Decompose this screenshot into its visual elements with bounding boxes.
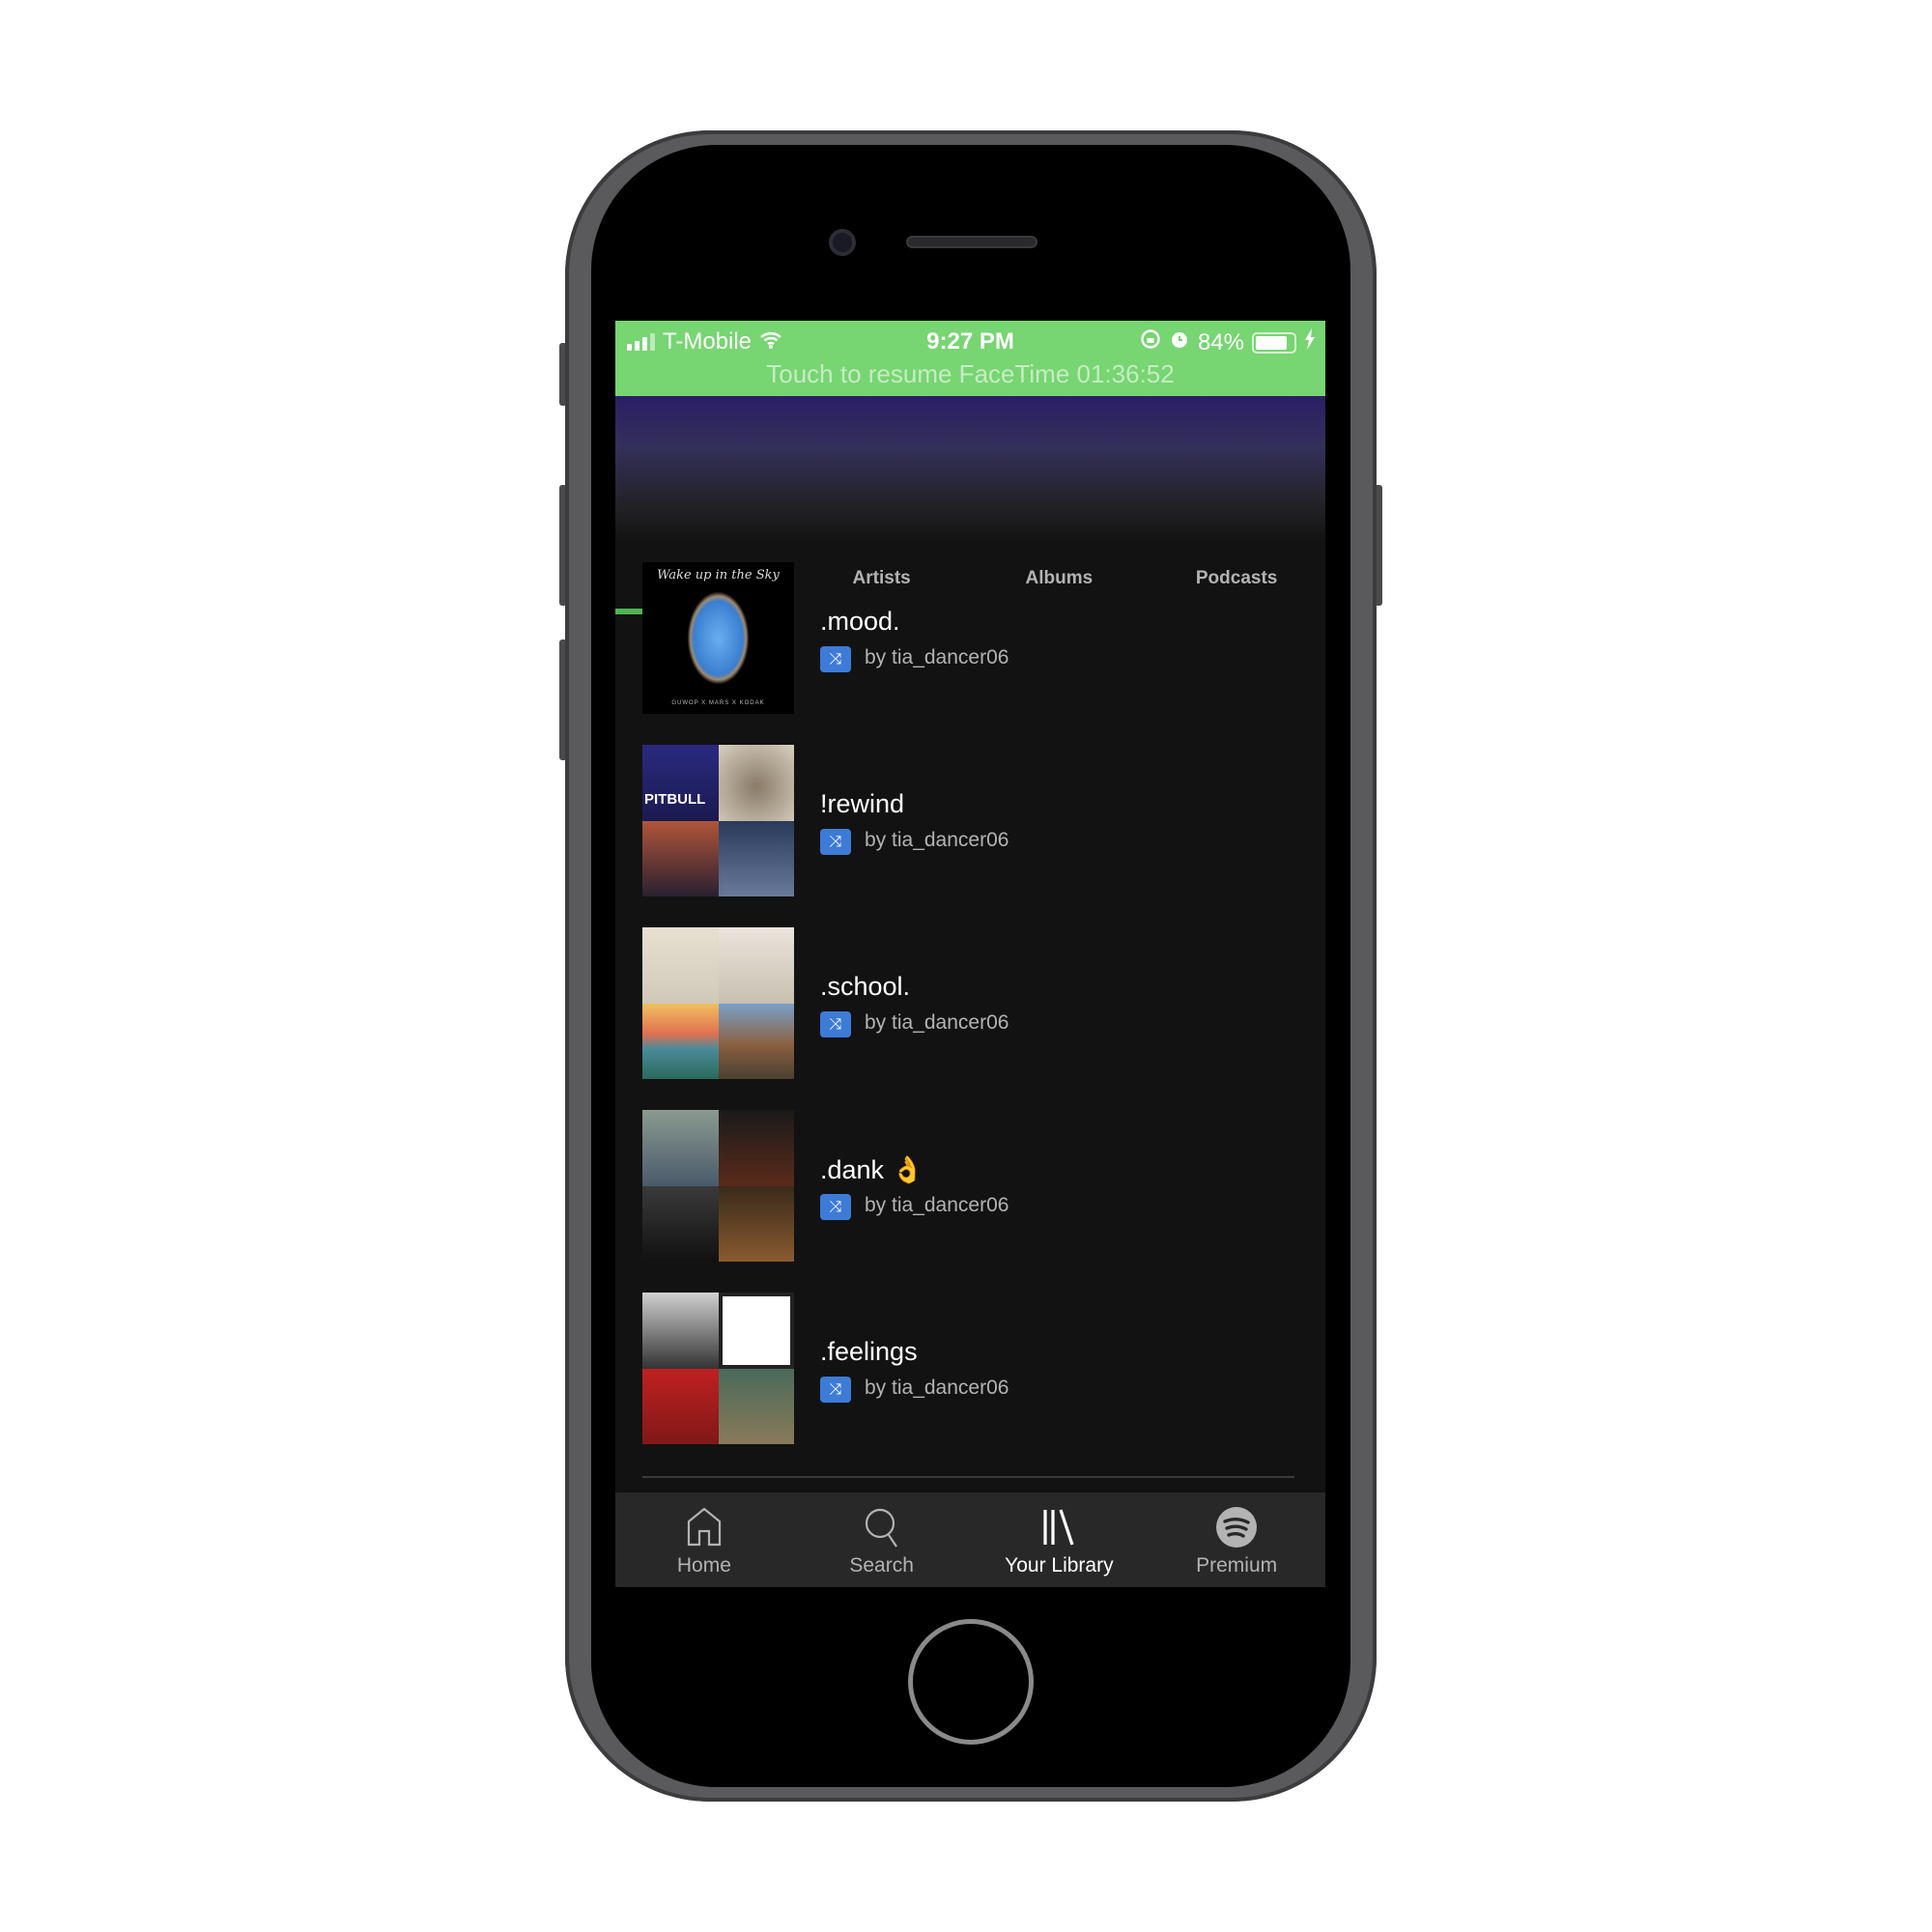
playlist-item[interactable]: .school. ⤨ by tia_dancer06 [642,927,1299,1079]
battery-icon [1252,331,1296,354]
shuffle-icon: ⤨ [820,829,851,855]
playlist-owner: by tia_dancer06 [865,646,1009,668]
cover-lettering: GUWOP X MARS X KODAK [671,700,765,706]
earpiece-speaker [906,236,1037,248]
playlist-cover [642,927,794,1079]
playlist-title: .school. [820,972,911,1001]
shuffle-icon: ⤨ [820,1377,851,1403]
nav-premium[interactable]: Premium [1148,1492,1325,1587]
front-camera [829,229,856,256]
divider [642,1476,1294,1478]
charging-icon [1304,328,1316,356]
playlist-title: !rewind [820,789,905,818]
playlist-owner: by tia_dancer06 [865,1377,1009,1399]
nav-label: Premium [1196,1554,1278,1577]
home-button[interactable] [908,1619,1034,1745]
playlist-owner: by tia_dancer06 [865,829,1009,851]
home-icon [687,1507,721,1547]
playlist-item[interactable]: .feelings ⤨ by tia_dancer06 [642,1293,1299,1444]
playlist-item[interactable]: PITBULL !rewind ⤨ by tia_dancer06 [642,745,1299,896]
status-bar[interactable]: T-Mobile ​ 9:27 PM 84% Touch to resume F… [615,321,1325,396]
library-icon [1043,1509,1074,1546]
playlist-item[interactable]: .dank 👌 ⤨ by tia_dancer06 [642,1110,1299,1262]
screen: T-Mobile ​ 9:27 PM 84% Touch to resume F… [615,321,1325,1587]
playlist-title: .feelings [820,1337,918,1366]
nav-home[interactable]: Home [615,1492,793,1587]
spotify-icon [1216,1507,1258,1548]
bottom-nav: Home Search Your Library Premium [615,1492,1325,1587]
cover-lettering: Wake up in the Sky [657,568,780,582]
playlist-cover [642,1110,794,1262]
battery-percent: 84% [1197,328,1244,355]
library-header: Playlists Artists Albums Podcasts [615,396,1325,614]
cover-lettering: PITBULL [644,790,706,808]
nav-label: Home [676,1554,731,1577]
shuffle-icon: ⤨ [820,1011,851,1037]
nav-label: Your Library [1005,1554,1114,1577]
playlist-title: .mood. [820,607,900,636]
playlist-cover: PITBULL [642,745,794,896]
playlist-cover: Wake up in the Sky GUWOP X MARS X KODAK [642,562,794,714]
playlist-owner: by tia_dancer06 [865,1194,1009,1216]
alarm-icon [1169,328,1190,356]
shuffle-icon: ⤨ [820,646,851,672]
nav-your-library[interactable]: Your Library [971,1492,1149,1587]
search-icon [865,1508,897,1548]
playlist-owner: by tia_dancer06 [865,1011,1009,1034]
nav-label: Search [849,1554,914,1577]
rotation-lock-icon [1140,328,1161,356]
nav-search[interactable]: Search [793,1492,971,1587]
facetime-resume-banner[interactable]: Touch to resume FaceTime 01:36:52 [615,359,1325,389]
playlist-cover [642,1293,794,1444]
shuffle-icon: ⤨ [820,1194,851,1220]
playlist-title: .dank 👌 [820,1155,924,1184]
playlist-item[interactable]: Wake up in the Sky GUWOP X MARS X KODAK … [642,562,1299,714]
